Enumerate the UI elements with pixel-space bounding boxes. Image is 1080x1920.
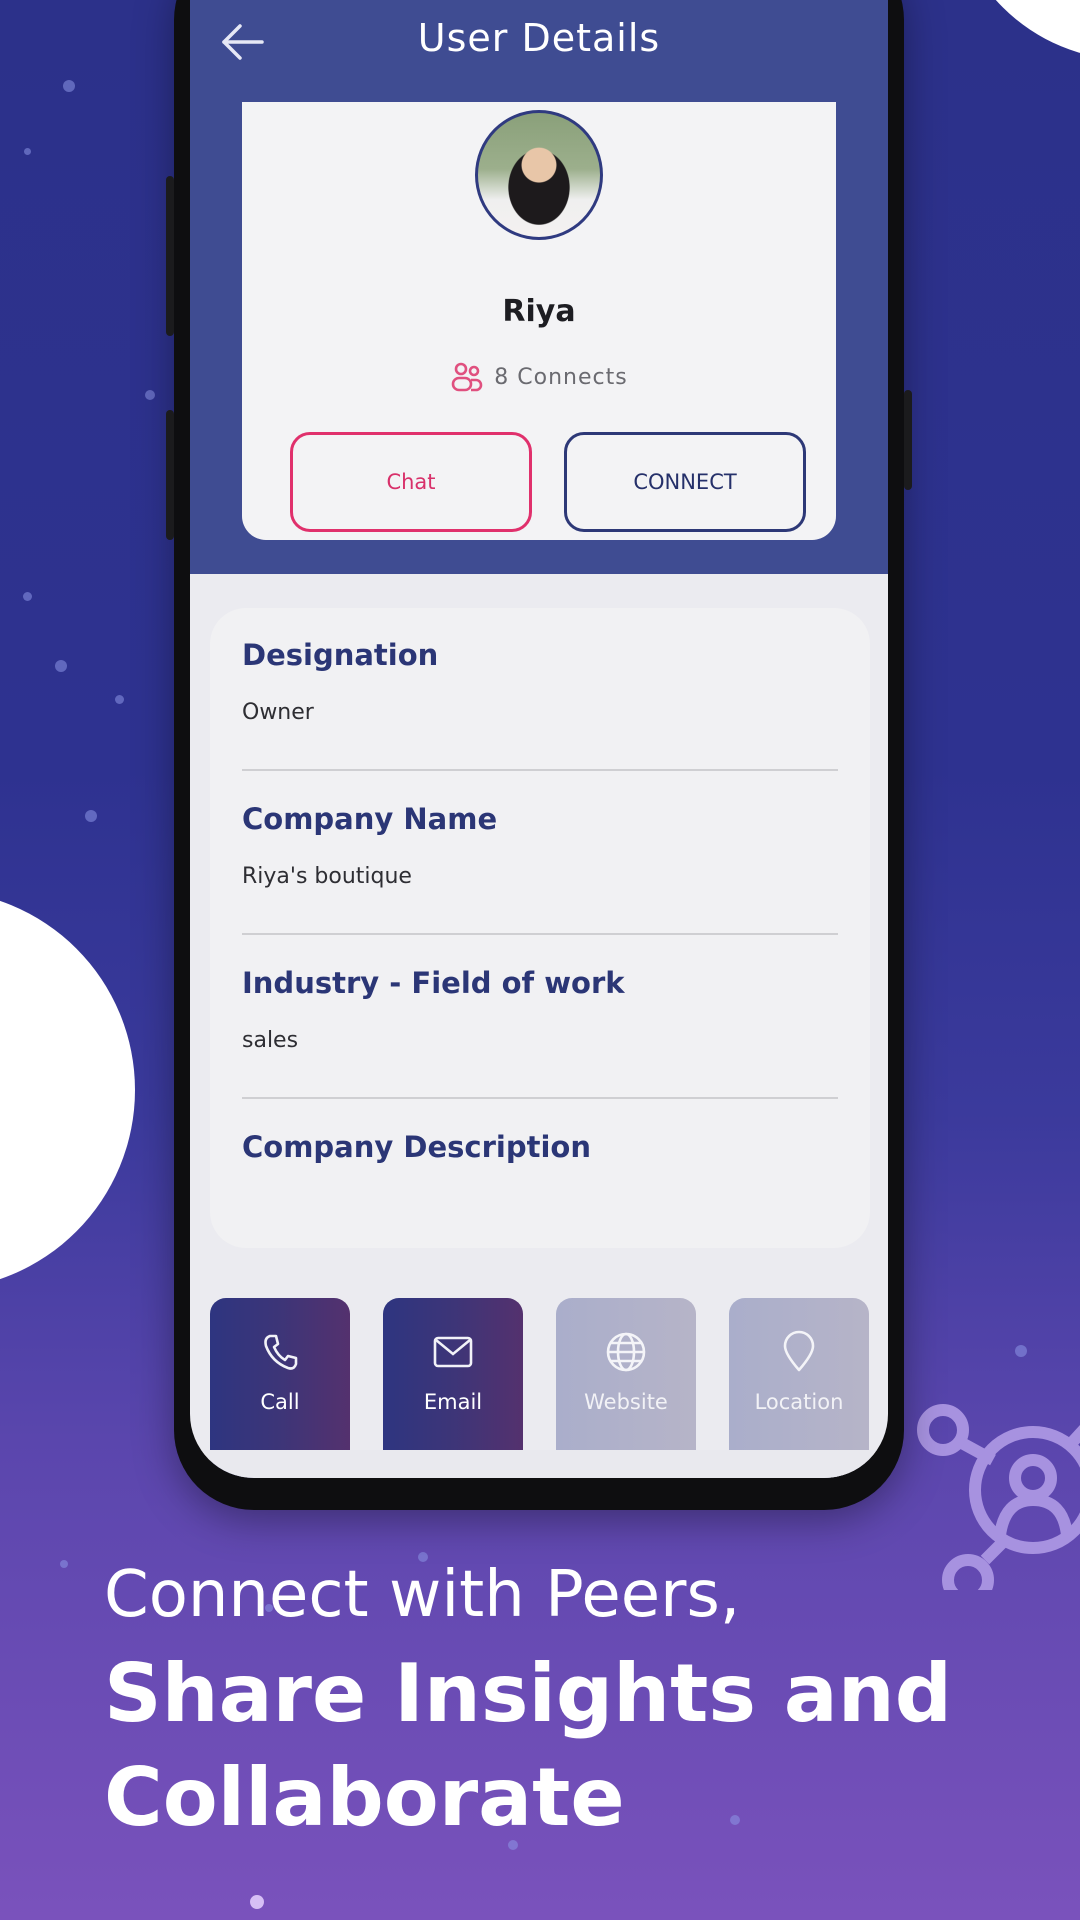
decorative-circle — [950, 0, 1080, 60]
tagline-line-1: Connect with Peers, — [104, 1558, 741, 1632]
decorative-dot — [55, 660, 67, 672]
connects-label: 8 Connects — [494, 364, 628, 390]
phone-side-button — [904, 390, 912, 490]
profile-card: Riya 8 Connects Chat CONNECT — [242, 102, 836, 540]
details-card: Designation Owner Company Name Riya's bo… — [210, 608, 870, 1248]
decorative-circle — [0, 890, 135, 1290]
field-label: Designation — [242, 638, 439, 672]
connect-button[interactable]: CONNECT — [564, 432, 806, 532]
field-label: Company Name — [242, 802, 498, 836]
field-label: Industry - Field of work — [242, 966, 625, 1000]
connects-count: 8 Connects — [242, 360, 836, 394]
avatar — [475, 110, 603, 240]
decorative-dot — [63, 80, 75, 92]
phone-icon — [264, 1334, 298, 1370]
decorative-dot — [85, 810, 97, 822]
divider — [242, 933, 838, 935]
field-industry: Industry - Field of work sales — [242, 966, 838, 1053]
phone-side-button — [166, 176, 174, 336]
decorative-dot — [23, 592, 32, 601]
promo-tagline: Connect with Peers, Share Insights and C… — [104, 1558, 952, 1850]
action-label: Location — [754, 1390, 844, 1414]
action-label: Call — [260, 1390, 300, 1414]
field-designation: Designation Owner — [242, 638, 838, 725]
page-title: User Details — [417, 16, 661, 60]
globe-icon — [606, 1332, 646, 1372]
tagline-line-3: Collaborate — [104, 1751, 625, 1844]
user-name: Riya — [502, 294, 576, 329]
action-label: Website — [584, 1390, 668, 1414]
divider — [242, 769, 838, 771]
decorative-dot — [115, 695, 124, 704]
field-value: Riya's boutique — [242, 864, 412, 889]
field-company-name: Company Name Riya's boutique — [242, 802, 838, 889]
decorative-dot — [145, 390, 155, 400]
action-label: Email — [423, 1390, 483, 1414]
users-icon — [451, 362, 483, 392]
location-pin-icon — [783, 1330, 815, 1372]
chat-button[interactable]: Chat — [290, 432, 532, 532]
screen-bottom-edge — [190, 1450, 888, 1478]
divider — [242, 1097, 838, 1099]
field-value: Owner — [242, 700, 314, 725]
field-value: sales — [242, 1028, 299, 1053]
phone-frame: User Details Riya 8 Connects Chat CONNEC… — [166, 0, 912, 1510]
phone-side-button — [166, 410, 174, 540]
decorative-dot — [250, 1895, 264, 1909]
decorative-dot — [24, 148, 31, 155]
field-company-description: Company Description — [242, 1130, 838, 1192]
decorative-dot — [60, 1560, 68, 1568]
tagline-line-2: Share Insights and — [104, 1647, 953, 1740]
mail-icon — [433, 1336, 473, 1368]
app-screen: User Details Riya 8 Connects Chat CONNEC… — [190, 0, 888, 1478]
field-label: Company Description — [242, 1130, 591, 1164]
network-people-icon — [917, 1404, 1080, 1590]
